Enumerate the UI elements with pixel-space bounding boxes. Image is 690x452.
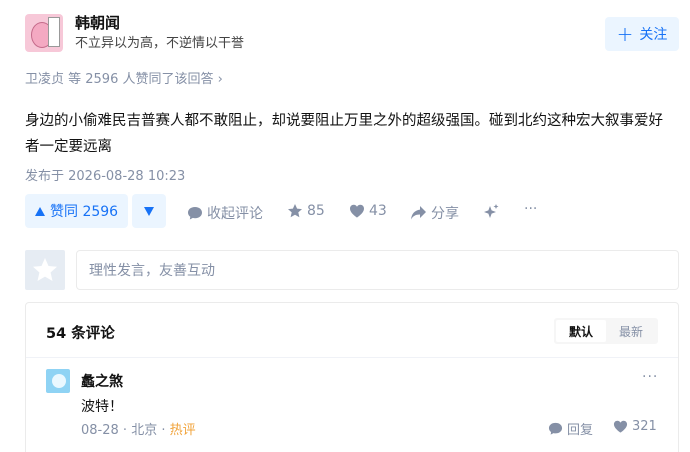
- heart-icon: [350, 204, 364, 218]
- meta-separator: ·: [161, 423, 170, 438]
- meta-separator: ·: [122, 423, 132, 438]
- comment-like-count: 321: [632, 419, 657, 434]
- voters-text: 卫凌贞 等 2596 人赞同了该回答: [25, 72, 214, 87]
- favorite-count: 85: [307, 203, 325, 219]
- heart-icon: [613, 420, 628, 433]
- sort-default-tab[interactable]: 默认: [556, 320, 606, 342]
- upvote-label: 赞同 2596: [50, 204, 119, 220]
- comment-bubble-icon: [188, 207, 202, 220]
- ai-sparkle-button[interactable]: [482, 203, 500, 221]
- reply-button[interactable]: 回复: [548, 419, 593, 438]
- more-actions-button[interactable]: ···: [524, 201, 537, 217]
- comment-bubble-icon: [548, 422, 563, 435]
- avatar-bird-icon: [52, 374, 66, 388]
- plus-icon: +: [616, 22, 634, 46]
- comment-input[interactable]: 理性发言，友善互动: [76, 250, 679, 290]
- comments-count: 54 条评论: [46, 326, 115, 342]
- sparkle-icon: [484, 204, 499, 218]
- publish-time: 发布于 2026-08-28 10:23: [25, 169, 186, 184]
- author-info: 韩朝闻 不立异以为高，不逆情以干誉: [75, 14, 244, 52]
- answer-content: 身边的小偷难民吉普赛人都不敢阻止，却说要阻止万里之外的超级强国。碰到北约这种宏大…: [25, 113, 663, 155]
- author-avatar[interactable]: [25, 14, 63, 52]
- author-header: 韩朝闻 不立异以为高，不逆情以干誉: [25, 14, 244, 52]
- default-avatar-icon: [33, 258, 57, 281]
- my-avatar: [25, 250, 65, 290]
- comment-more-button[interactable]: ···: [642, 369, 658, 385]
- sort-latest-tab[interactable]: 最新: [606, 320, 656, 342]
- share-button[interactable]: 分享: [410, 203, 459, 223]
- commenter-avatar[interactable]: [46, 369, 70, 393]
- share-label: 分享: [431, 206, 459, 222]
- follow-button-label: 关注: [639, 27, 668, 43]
- more-icon: ···: [524, 201, 538, 217]
- hot-comment-badge: 热评: [169, 423, 196, 438]
- author-bio: 不立异以为高，不逆情以干誉: [75, 36, 245, 51]
- commenter-name[interactable]: 蠡之煞: [81, 371, 123, 391]
- author-name[interactable]: 韩朝闻: [75, 14, 244, 32]
- upvote-button[interactable]: 赞同 2596: [25, 194, 129, 228]
- like-count: 43: [369, 203, 387, 219]
- like-button[interactable]: 43: [349, 203, 387, 219]
- comments-panel: 54 条评论 默认 最新 蠡之煞 ··· 波特！ 08-28 · 北京 · 热评…: [25, 302, 679, 452]
- comment-location: 北京: [131, 423, 158, 438]
- comments-header: 54 条评论 默认 最新: [26, 303, 678, 358]
- avatar-tag-icon: [48, 17, 60, 47]
- chevron-right-icon: ›: [217, 72, 223, 87]
- reply-label: 回复: [567, 423, 594, 438]
- share-arrow-icon: [411, 206, 426, 220]
- comments-sort-toggle: 默认 最新: [554, 318, 658, 344]
- comment-like-button[interactable]: 321: [613, 419, 657, 434]
- collapse-comments-button[interactable]: 收起评论: [187, 203, 263, 223]
- downvote-button[interactable]: [132, 194, 167, 228]
- comment-text: 波特！: [81, 399, 123, 415]
- collapse-comments-label: 收起评论: [207, 206, 263, 222]
- triangle-up-icon: [35, 206, 45, 216]
- voters-summary[interactable]: 卫凌贞 等 2596 人赞同了该回答 ›: [25, 68, 223, 87]
- action-bar: 赞同 2596: [25, 194, 167, 228]
- follow-button[interactable]: + 关注: [605, 17, 679, 51]
- comment-input-placeholder: 理性发言，友善互动: [89, 263, 215, 279]
- comment-meta: 08-28 · 北京 · 热评: [81, 419, 196, 438]
- star-icon: [288, 204, 302, 218]
- favorite-button[interactable]: 85: [287, 203, 325, 219]
- comment-date: 08-28: [81, 423, 119, 438]
- triangle-down-icon: [144, 206, 155, 216]
